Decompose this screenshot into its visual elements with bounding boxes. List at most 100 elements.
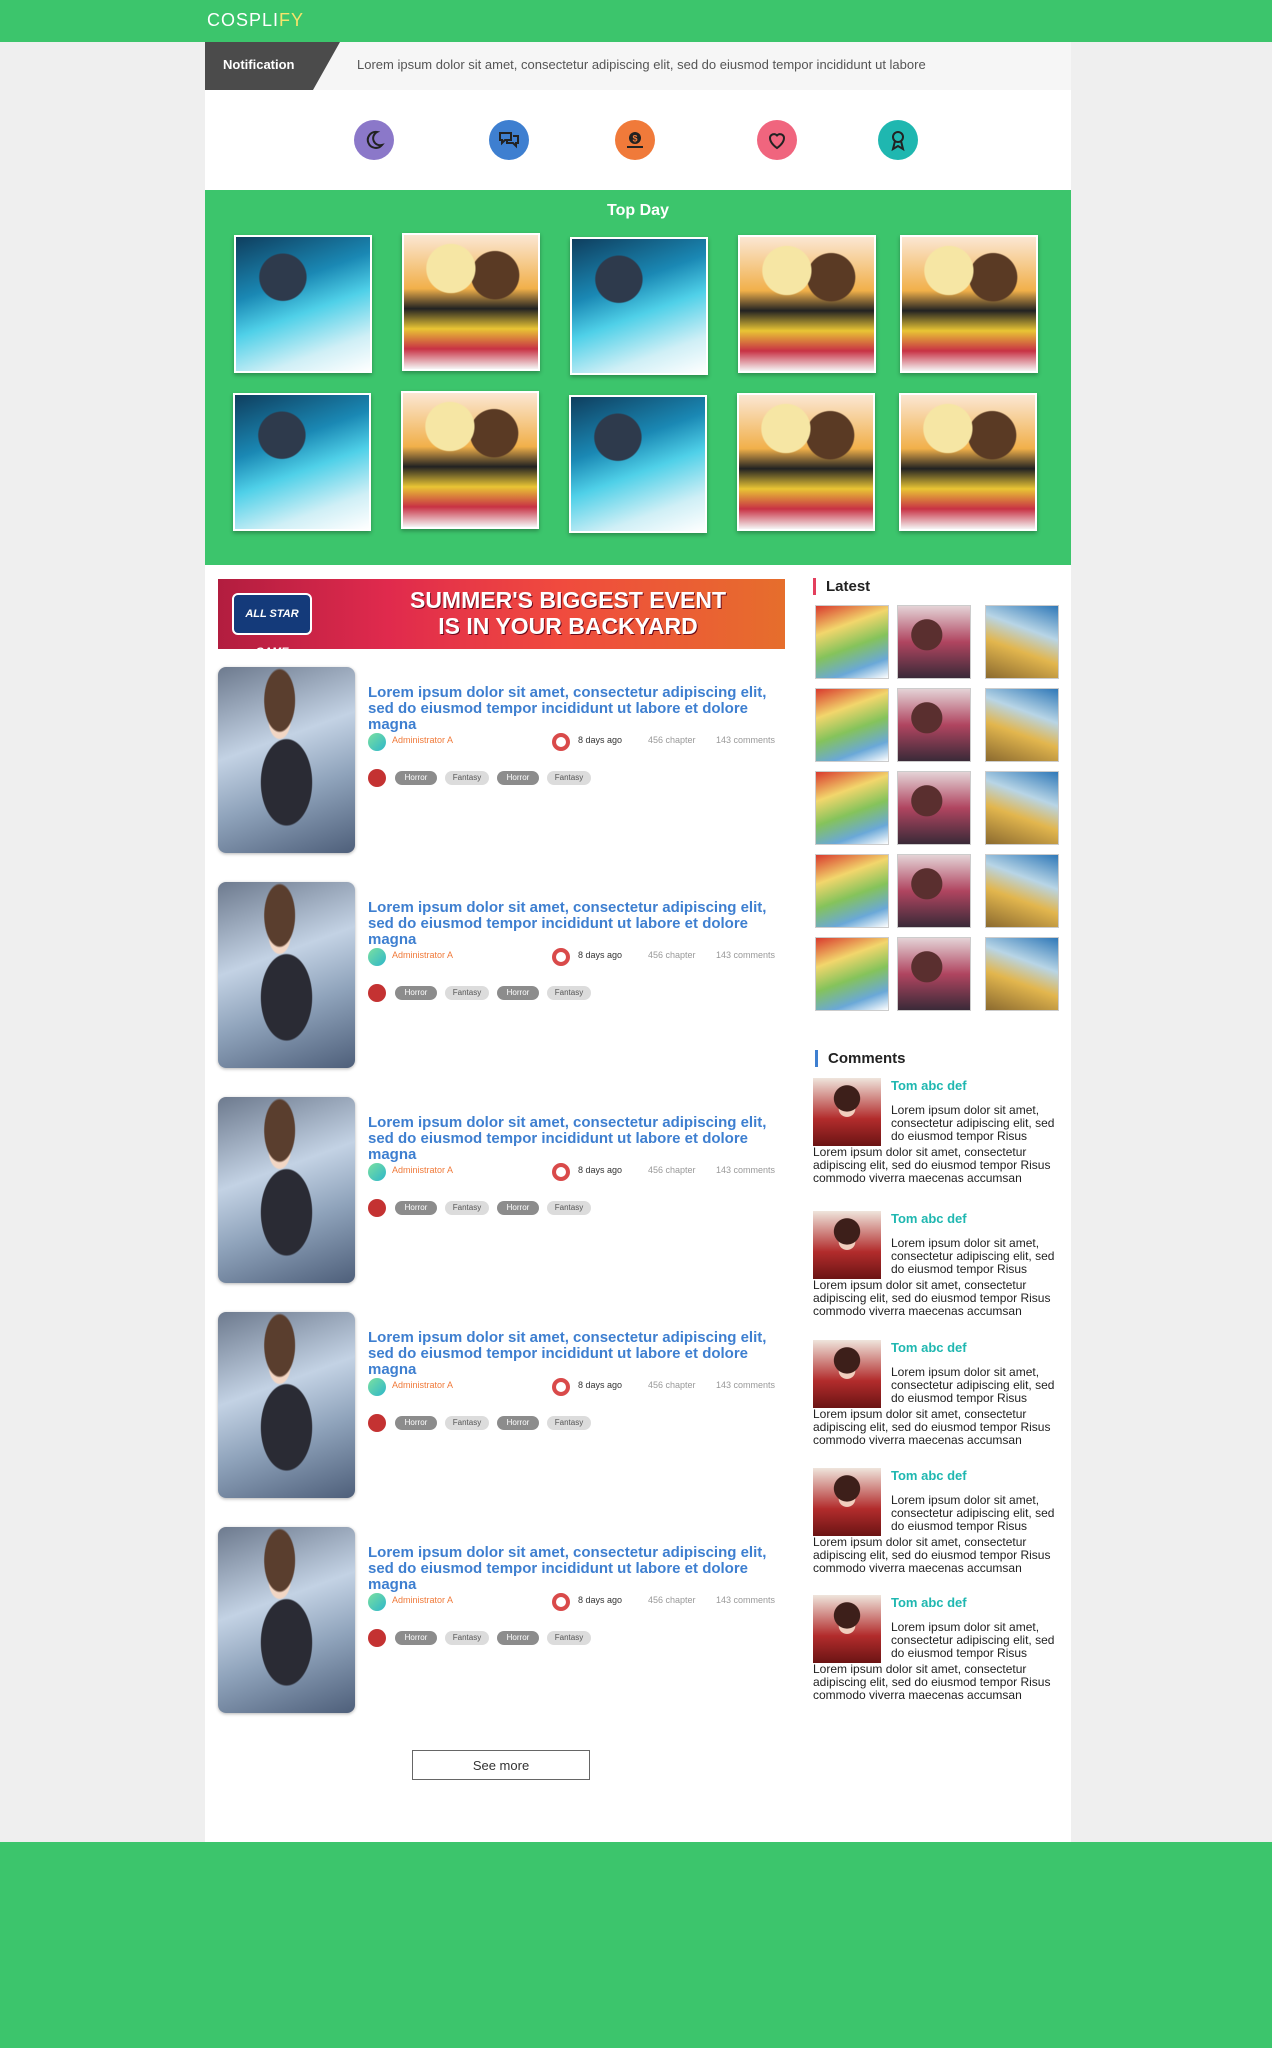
comment-text: Lorem ipsum dolor sit amet, consectetur … xyxy=(891,1103,1055,1143)
post-cover-image[interactable] xyxy=(218,882,355,1068)
tag-chip[interactable]: Horror xyxy=(395,1416,437,1430)
author-avatar xyxy=(368,1378,386,1396)
tag-chip[interactable]: Fantasy xyxy=(445,1201,489,1215)
commenter-name[interactable]: Tom abc def xyxy=(891,1078,967,1093)
latest-thumb[interactable] xyxy=(897,605,971,679)
tag-chip[interactable]: Horror xyxy=(395,1631,437,1645)
latest-thumb[interactable] xyxy=(815,854,889,928)
top-day-thumb[interactable] xyxy=(570,237,708,375)
svg-text:$: $ xyxy=(632,134,637,144)
top-day-thumb[interactable] xyxy=(234,235,372,373)
latest-thumb[interactable] xyxy=(985,688,1059,762)
tag-chip[interactable]: Fantasy xyxy=(445,1631,489,1645)
top-day-thumb[interactable] xyxy=(401,391,539,529)
chat-icon[interactable] xyxy=(489,120,529,160)
tag-chip[interactable]: Horror xyxy=(497,1201,539,1215)
tag-chip[interactable]: Horror xyxy=(497,986,539,1000)
tag-icon xyxy=(368,1414,386,1432)
top-day-thumb[interactable] xyxy=(233,393,371,531)
comment-item: Tom abc def Lorem ipsum dolor sit amet, … xyxy=(813,1078,1063,1198)
heart-icon[interactable] xyxy=(757,120,797,160)
tag-chip[interactable]: Fantasy xyxy=(547,771,591,785)
latest-thumb[interactable] xyxy=(985,771,1059,845)
comment-text: Lorem ipsum dolor sit amet, consectetur … xyxy=(813,1145,1051,1185)
tag-chip[interactable]: Horror xyxy=(497,771,539,785)
post-cover-image[interactable] xyxy=(218,1312,355,1498)
post-author[interactable]: Administrator A xyxy=(392,1595,453,1605)
post-author[interactable]: Administrator A xyxy=(392,950,453,960)
latest-title: Latest xyxy=(813,578,870,595)
post-card: Lorem ipsum dolor sit amet, consectetur … xyxy=(218,667,785,855)
tag-chip[interactable]: Fantasy xyxy=(547,1416,591,1430)
tag-chip[interactable]: Horror xyxy=(395,1201,437,1215)
commenter-name[interactable]: Tom abc def xyxy=(891,1211,967,1226)
clock-icon xyxy=(552,948,570,966)
post-title[interactable]: Lorem ipsum dolor sit amet, consectetur … xyxy=(368,1545,785,1593)
commenter-name[interactable]: Tom abc def xyxy=(891,1595,967,1610)
commenter-avatar[interactable] xyxy=(813,1078,881,1146)
logo[interactable]: COSPLIFY xyxy=(207,10,304,31)
see-more-button[interactable]: See more xyxy=(412,1750,590,1780)
latest-thumb[interactable] xyxy=(897,688,971,762)
post-card: Lorem ipsum dolor sit amet, consectetur … xyxy=(218,1097,785,1285)
clock-icon xyxy=(552,1378,570,1396)
commenter-avatar[interactable] xyxy=(813,1595,881,1663)
post-cover-image[interactable] xyxy=(218,1527,355,1713)
top-bar: COSPLIFY xyxy=(0,0,1272,42)
commenter-name[interactable]: Tom abc def xyxy=(891,1468,967,1483)
post-time: 8 days ago xyxy=(578,950,623,960)
top-day-thumb[interactable] xyxy=(737,393,875,531)
latest-thumb[interactable] xyxy=(897,854,971,928)
latest-thumb[interactable] xyxy=(985,937,1059,1011)
top-day-thumb[interactable] xyxy=(899,393,1037,531)
award-icon[interactable] xyxy=(878,120,918,160)
tag-chip[interactable]: Horror xyxy=(497,1631,539,1645)
top-day-thumb[interactable] xyxy=(569,395,707,533)
ad-banner[interactable]: ALL STAR GAME SUMMER'S BIGGEST EVENT IS … xyxy=(218,579,785,649)
tag-chip[interactable]: Fantasy xyxy=(445,771,489,785)
post-title[interactable]: Lorem ipsum dolor sit amet, consectetur … xyxy=(368,900,785,948)
post-chapters: 456 chapter xyxy=(648,950,696,960)
latest-thumb[interactable] xyxy=(985,854,1059,928)
top-day-thumb[interactable] xyxy=(738,235,876,373)
post-author[interactable]: Administrator A xyxy=(392,1380,453,1390)
tag-chip[interactable]: Horror xyxy=(395,771,437,785)
post-author[interactable]: Administrator A xyxy=(392,735,453,745)
notification-text[interactable]: Lorem ipsum dolor sit amet, consectetur … xyxy=(357,57,926,72)
author-avatar xyxy=(368,1163,386,1181)
tag-chip[interactable]: Fantasy xyxy=(547,986,591,1000)
post-cover-image[interactable] xyxy=(218,1097,355,1283)
latest-thumb[interactable] xyxy=(815,937,889,1011)
tag-icon xyxy=(368,984,386,1002)
latest-thumb[interactable] xyxy=(985,605,1059,679)
latest-thumb[interactable] xyxy=(815,771,889,845)
tag-chip[interactable]: Fantasy xyxy=(547,1631,591,1645)
comment-text: Lorem ipsum dolor sit amet, consectetur … xyxy=(891,1236,1055,1276)
coin-icon[interactable]: $ xyxy=(615,120,655,160)
tag-chip[interactable]: Fantasy xyxy=(445,1416,489,1430)
post-time: 8 days ago xyxy=(578,1595,623,1605)
tag-chip[interactable]: Horror xyxy=(395,986,437,1000)
post-title[interactable]: Lorem ipsum dolor sit amet, consectetur … xyxy=(368,1330,785,1378)
tag-chip[interactable]: Horror xyxy=(497,1416,539,1430)
commenter-avatar[interactable] xyxy=(813,1211,881,1279)
commenter-avatar[interactable] xyxy=(813,1340,881,1408)
latest-thumb[interactable] xyxy=(897,937,971,1011)
tag-chip[interactable]: Fantasy xyxy=(445,986,489,1000)
post-title[interactable]: Lorem ipsum dolor sit amet, consectetur … xyxy=(368,685,785,733)
post-title[interactable]: Lorem ipsum dolor sit amet, consectetur … xyxy=(368,1115,785,1163)
top-day-thumb[interactable] xyxy=(900,235,1038,373)
commenter-avatar[interactable] xyxy=(813,1468,881,1536)
latest-thumb[interactable] xyxy=(897,771,971,845)
post-cover-image[interactable] xyxy=(218,667,355,853)
top-day-title: Top Day xyxy=(607,202,669,219)
commenter-name[interactable]: Tom abc def xyxy=(891,1340,967,1355)
tag-chip[interactable]: Fantasy xyxy=(547,1201,591,1215)
comment-text: Lorem ipsum dolor sit amet, consectetur … xyxy=(813,1662,1051,1702)
moon-icon[interactable] xyxy=(354,120,394,160)
post-author[interactable]: Administrator A xyxy=(392,1165,453,1175)
footer xyxy=(0,1842,1272,2048)
latest-thumb[interactable] xyxy=(815,605,889,679)
top-day-thumb[interactable] xyxy=(402,233,540,371)
latest-thumb[interactable] xyxy=(815,688,889,762)
